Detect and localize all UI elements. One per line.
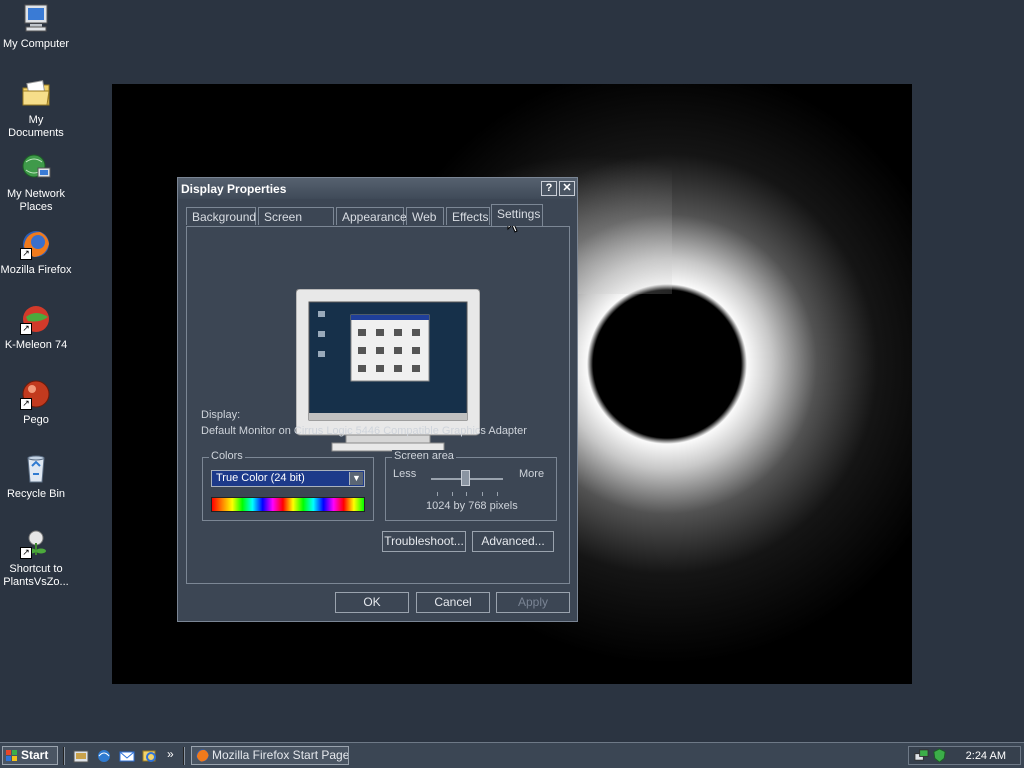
screen-area-slider-thumb[interactable] [461,470,470,486]
desktop-icon-my-computer[interactable]: My Computer [0,2,72,51]
shortcut-arrow-icon: ↗ [20,248,32,260]
desktop-icon-plantsvszombies[interactable]: ↗ Shortcut to PlantsVsZo... [0,527,72,589]
screen-area-group: Screen area Less More 1024 by 768 pixels [385,450,557,521]
display-value: Default Monitor on Cirrus Logic 5446 Com… [201,425,527,437]
folder-icon [20,78,52,110]
task-button-firefox[interactable]: Mozilla Firefox Start Page... [191,746,349,765]
clock[interactable]: 2:24 AM [966,750,1006,762]
slider-tick [497,492,498,496]
display-label: Display: [201,409,241,421]
tab-background[interactable]: Background [186,207,256,225]
tab-screen-saver[interactable]: Screen Saver [258,207,334,242]
pego-icon: ↗ [20,378,52,410]
screen-area-legend: Screen area [392,450,456,462]
shortcut-arrow-icon: ↗ [20,323,32,335]
system-tray: 2:24 AM [908,746,1021,765]
color-spectrum-bar [211,497,365,512]
start-label: Start [21,748,49,762]
computer-icon [20,2,52,34]
chevron-down-icon[interactable]: ▼ [349,472,363,485]
desktop-icon-label: My Computer [2,38,70,50]
colors-selected-value: True Color (24 bit) [216,472,305,484]
desktop-icon-my-documents[interactable]: My Documents [0,78,72,140]
desktop-icon-my-network-places[interactable]: My Network Places [0,152,72,214]
internet-explorer-icon[interactable] [96,748,112,764]
troubleshoot-button[interactable]: Troubleshoot... [382,531,466,552]
desktop-icon-recycle-bin[interactable]: Recycle Bin [0,452,72,501]
desktop-icon-label: Shortcut to PlantsVsZo... [3,563,69,588]
desktop-icon-label: Mozilla Firefox [0,264,72,276]
shortcut-arrow-icon: ↗ [20,547,32,559]
dialog-title: Display Properties [181,182,287,196]
network-connection-icon[interactable] [914,748,929,763]
desktop-icon-label: Recycle Bin [6,488,66,500]
tab-effects[interactable]: Effects [446,207,490,225]
more-label: More [519,468,545,480]
recycle-bin-icon [20,452,52,484]
cancel-button[interactable]: Cancel [416,592,490,613]
taskbar-separator [63,747,65,765]
show-desktop-icon[interactable] [73,748,89,764]
windows-logo-icon [6,750,17,761]
desktop-icon-label: Pego [23,414,49,426]
start-button[interactable]: Start [2,746,58,765]
display-properties-dialog: Display Properties ? ✕ Background Screen… [177,177,578,622]
shortcut-arrow-icon: ↗ [20,398,32,410]
colors-select[interactable]: True Color (24 bit) ▼ [211,470,365,487]
plant-icon: ↗ [20,527,52,559]
resolution-label: 1024 by 768 pixels [426,500,518,512]
apply-button[interactable]: Apply [496,592,570,613]
tab-appearance[interactable]: Appearance [336,207,407,225]
k-meleon-icon: ↗ [20,303,52,335]
firefox-icon: ↗ [20,228,52,260]
desktop-icon-label: My Network Places [6,188,66,213]
desktop-icon-label: My Documents [8,114,64,139]
taskbar-separator [183,747,185,765]
shield-icon[interactable] [932,748,947,763]
close-button[interactable]: ✕ [559,181,575,196]
desktop-icon-label: K-Meleon 74 [4,339,68,351]
colors-legend: Colors [209,450,245,462]
slider-tick [482,492,483,496]
slider-tick [466,492,467,496]
advanced-button[interactable]: Advanced... [472,531,554,552]
tab-web[interactable]: Web [406,207,444,225]
dialog-titlebar[interactable]: Display Properties ? ✕ [178,178,577,199]
ok-button[interactable]: OK [335,592,409,613]
outlook-express-icon[interactable] [119,748,135,764]
quick-launch-overflow[interactable]: » [167,747,174,761]
desktop-icon-k-meleon[interactable]: ↗ K-Meleon 74 [0,303,72,352]
task-button-label: Mozilla Firefox Start Page... [212,748,349,762]
less-label: Less [393,468,417,480]
desktop-icon-mozilla-firefox[interactable]: ↗ Mozilla Firefox [0,228,72,277]
tab-settings[interactable]: Settings [491,204,543,226]
firefox-icon [196,749,209,762]
search-icon[interactable] [142,748,158,764]
network-icon [20,152,52,184]
desktop-icon-pego[interactable]: ↗ Pego [0,378,72,427]
colors-group: Colors True Color (24 bit) ▼ [202,450,374,521]
settings-panel: Display: Default Monitor on Cirrus Logic… [186,226,570,584]
slider-tick [437,492,438,496]
taskbar: Start » Mozilla Firefox Start Page... 2:… [0,742,1024,768]
help-button[interactable]: ? [541,181,557,196]
slider-tick [452,492,453,496]
